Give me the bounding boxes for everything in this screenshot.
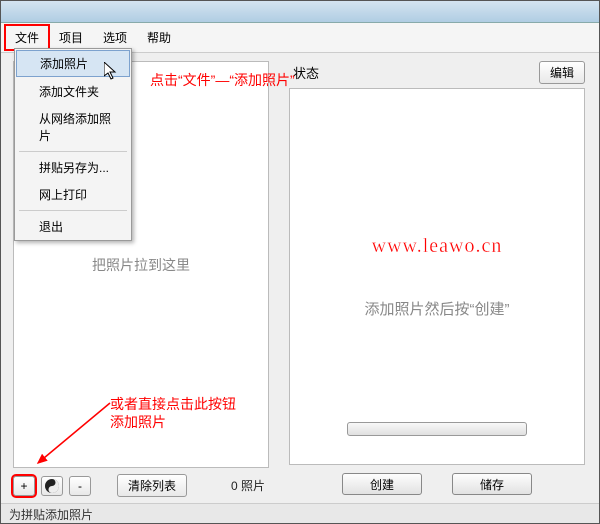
menu-add-folder[interactable]: 添加文件夹	[15, 78, 131, 105]
right-panel: 状态 编辑 www.leawo.cn 添加照片然后按“创建” 创建 储存	[281, 53, 599, 503]
menu-help[interactable]: 帮助	[137, 25, 181, 50]
menu-project[interactable]: 项目	[49, 25, 93, 50]
annotation-top: 点击“文件”—“添加照片”	[150, 70, 295, 90]
menu-options[interactable]: 选项	[93, 25, 137, 50]
photo-count-label: 0 照片	[231, 477, 265, 494]
status-row: 状态 编辑	[289, 61, 585, 88]
menu-save-collage-as[interactable]: 拼贴另存为...	[15, 154, 131, 181]
menu-separator	[19, 151, 127, 152]
annotation-bottom-line1: 或者直接点击此按钮	[110, 396, 236, 412]
menu-separator	[19, 210, 127, 211]
save-button[interactable]: 储存	[452, 473, 532, 495]
menu-exit[interactable]: 退出	[15, 213, 131, 240]
annotation-bottom: 或者直接点击此按钮 添加照片	[110, 395, 236, 431]
yinyang-icon	[45, 479, 59, 493]
annotation-bottom-line2: 添加照片	[110, 414, 166, 430]
left-toolbar: + - 清除列表 0 照片	[13, 468, 269, 497]
preview-hint: 添加照片然后按“创建”	[365, 298, 510, 319]
titlebar	[1, 1, 599, 23]
file-dropdown: 添加照片 添加文件夹 从网络添加照片 拼贴另存为... 网上打印 退出	[14, 48, 132, 241]
yinyang-button[interactable]	[41, 476, 63, 496]
remove-photo-button[interactable]: -	[69, 476, 91, 496]
menu-file[interactable]: 文件	[5, 25, 49, 50]
right-toolbar: 创建 储存	[289, 465, 585, 497]
edit-button[interactable]: 编辑	[539, 61, 585, 84]
clear-list-button[interactable]: 清除列表	[117, 474, 187, 497]
drop-hint-text: 把照片拉到这里	[92, 255, 190, 275]
progress-bar	[347, 422, 527, 436]
watermark-text: www.leawo.cn	[372, 235, 503, 258]
menu-web-print[interactable]: 网上打印	[15, 181, 131, 208]
preview-area: www.leawo.cn 添加照片然后按“创建”	[289, 88, 585, 465]
add-photo-button[interactable]: +	[13, 476, 35, 496]
statusbar: 为拼贴添加照片	[1, 503, 599, 523]
menu-add-from-web[interactable]: 从网络添加照片	[15, 105, 131, 149]
create-button[interactable]: 创建	[342, 473, 422, 495]
menu-add-photo[interactable]: 添加照片	[16, 50, 130, 77]
